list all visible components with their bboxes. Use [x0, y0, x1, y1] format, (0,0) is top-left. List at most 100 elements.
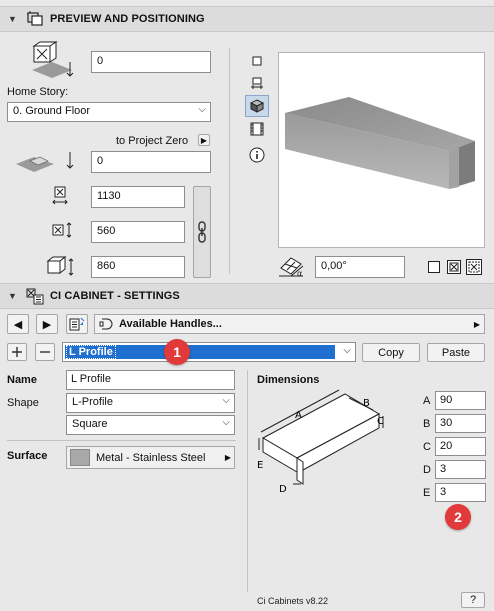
depth-field[interactable]: 560: [91, 221, 185, 243]
page-selector[interactable]: Available Handles... ▶: [94, 314, 485, 334]
mirror-x-button[interactable]: [447, 260, 461, 274]
height-field[interactable]: 860: [91, 256, 185, 278]
surface-select[interactable]: Metal - Stainless Steel ▶: [66, 446, 235, 469]
diagram-label-a: A: [295, 410, 302, 421]
mirror-y-icon: [468, 261, 480, 273]
dim-d-label: D: [423, 464, 431, 476]
mirror-y-button[interactable]: [466, 259, 482, 275]
surface-arrow-icon: ▶: [224, 453, 231, 462]
proportion-lock-button[interactable]: [193, 186, 211, 278]
l-profile-3d-preview: [285, 97, 475, 189]
preview-canvas[interactable]: [278, 52, 485, 248]
surface-label: Surface: [7, 450, 48, 462]
diagram-label-b: B: [363, 398, 370, 409]
diagram-label-c: C: [377, 416, 384, 427]
mirror-x-icon: [449, 262, 459, 272]
preview-section-header[interactable]: ▼ PREVIEW AND POSITIONING: [0, 6, 494, 32]
preview-positioning-icon: [27, 11, 43, 26]
chevron-down-icon: ⌵: [222, 417, 230, 428]
angle-field[interactable]: 0,00°: [315, 256, 405, 278]
profile-select-value: L Profile: [66, 345, 116, 359]
page-list-icon: [69, 317, 85, 331]
settings-section-header[interactable]: ▼ CI CABINET - SETTINGS: [0, 283, 494, 309]
shape-style-value: Square: [72, 418, 108, 430]
surface-divider: [7, 440, 236, 441]
step-badge-2: 2: [445, 504, 471, 530]
shape-label: Shape: [7, 397, 39, 409]
cabinet-settings-icon: [26, 288, 44, 305]
preview-divider: [229, 48, 230, 274]
page-selector-title: Available Handles...: [119, 318, 222, 330]
page-selector-arrow-icon: ▶: [473, 319, 480, 329]
next-page-button[interactable]: ▶: [36, 314, 58, 334]
dim-b-field[interactable]: 30: [435, 414, 486, 433]
film-section-icon: [250, 122, 264, 136]
add-profile-button[interactable]: [7, 343, 27, 361]
shape-style-select[interactable]: Square ⌵: [66, 415, 235, 435]
shape-select-value: L-Profile: [72, 396, 113, 408]
previous-page-button[interactable]: ◀: [7, 314, 29, 334]
dim-a-field[interactable]: 90: [435, 391, 486, 410]
plus-icon: [12, 347, 22, 357]
l-profile-dimension-diagram: A B C D E: [257, 389, 384, 495]
elevation-icon: [16, 152, 74, 172]
view-floor-plan-button[interactable]: [247, 74, 267, 92]
info-button[interactable]: [247, 145, 267, 165]
home-story-label: Home Story:: [7, 86, 69, 98]
project-zero-field[interactable]: 0: [91, 151, 211, 173]
depth-icon: [52, 222, 72, 238]
dim-c-field[interactable]: 20: [435, 437, 486, 456]
top-offset-field[interactable]: 0: [91, 51, 211, 73]
collapse-triangle-icon[interactable]: ▼: [8, 14, 20, 24]
dim-e-label: E: [423, 487, 431, 499]
height-icon: [46, 255, 74, 276]
floor-plan-icon: [251, 77, 263, 89]
view-section-button[interactable]: [247, 120, 267, 138]
rotation-angle-icon: α: [279, 257, 304, 278]
svg-text:α: α: [297, 269, 302, 278]
surface-swatch: [70, 449, 90, 466]
minus-icon: [40, 351, 50, 353]
collapse-triangle-icon[interactable]: ▼: [8, 291, 20, 301]
dimensions-label: Dimensions: [257, 374, 320, 386]
chain-link-icon: [198, 221, 206, 243]
settings-divider: [247, 370, 248, 592]
diagram-label-d: D: [279, 484, 287, 495]
to-project-zero-label: to Project Zero: [116, 135, 189, 147]
info-icon: [249, 147, 265, 163]
dim-d-field[interactable]: 3: [435, 460, 486, 479]
name-label: Name: [7, 374, 37, 386]
preview-section-title: PREVIEW AND POSITIONING: [50, 13, 205, 25]
dim-e-field[interactable]: 3: [435, 483, 486, 502]
home-story-value: 0. Ground Floor: [13, 105, 91, 117]
shape-select[interactable]: L-Profile ⌵: [66, 393, 235, 413]
width-field[interactable]: 1130: [91, 186, 185, 208]
mirror-none-checkbox[interactable]: [428, 261, 440, 273]
width-icon: [52, 186, 68, 205]
view-2d-button[interactable]: [247, 52, 267, 70]
version-label: Ci Cabinets v8.22: [257, 596, 329, 606]
paste-button[interactable]: Paste: [427, 343, 485, 362]
view-3d-button[interactable]: [245, 95, 269, 117]
chevron-down-icon: ⌵: [198, 104, 206, 115]
remove-profile-button[interactable]: [35, 343, 55, 361]
help-button[interactable]: ?: [461, 592, 485, 608]
handle-icon: [99, 318, 113, 330]
surface-value: Metal - Stainless Steel: [96, 451, 206, 464]
dim-a-label: A: [423, 395, 431, 407]
copy-button[interactable]: Copy: [362, 343, 420, 362]
project-zero-toggle-button[interactable]: ▶: [198, 134, 210, 146]
diagram-label-e: E: [257, 460, 263, 471]
page-menu-button[interactable]: [66, 314, 88, 334]
cube-3d-icon: [250, 99, 264, 113]
square-outline-icon: [252, 56, 262, 66]
home-story-select[interactable]: 0. Ground Floor ⌵: [7, 102, 211, 122]
name-field[interactable]: L Profile: [66, 370, 235, 390]
chevron-down-icon: ⌵: [222, 395, 230, 406]
dim-c-label: C: [423, 441, 431, 453]
dim-b-label: B: [423, 418, 431, 430]
chevron-down-icon: ⌵: [343, 345, 351, 356]
profile-select[interactable]: L Profile ⌵: [62, 342, 356, 362]
settings-section-title: CI CABINET - SETTINGS: [50, 290, 180, 302]
top-offset-icon: [32, 41, 74, 78]
